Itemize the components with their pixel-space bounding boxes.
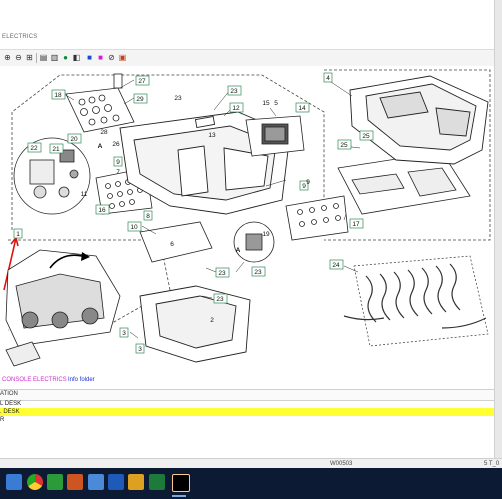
window-title: ELECTRICS xyxy=(2,34,38,40)
info-folder-link[interactable]: Info folder xyxy=(68,377,95,383)
callout-3b: 3 xyxy=(138,346,142,353)
list-row[interactable]: L DESK xyxy=(0,400,494,408)
callout-28: 28 xyxy=(100,129,108,136)
callout-10: 10 xyxy=(130,224,138,231)
callout-23d: 23 xyxy=(216,296,224,303)
gallery-icon[interactable] xyxy=(108,474,124,490)
callout-14: 14 xyxy=(298,105,306,112)
breadcrumb-row: CONSOLE ELECTRICS Info folder xyxy=(0,374,494,388)
callout-25b: 25 xyxy=(362,133,370,140)
toolbar: ⊕ ⊖ ⊞ ▤ ▥ ● ◧ ■ ■ ⊘ ▣ xyxy=(0,49,494,67)
callout-29: 29 xyxy=(136,96,144,103)
callout-25a: 25 xyxy=(340,142,348,149)
callout-17: 17 xyxy=(352,221,360,228)
callout-21: 21 xyxy=(52,146,60,153)
exploded-parts-diagram[interactable]: 1 4 27 18 29 23 12 14 20 22 21 9 16 8 10… xyxy=(0,66,494,372)
callout-23a: 23 xyxy=(230,88,238,95)
chrome-icon[interactable] xyxy=(27,474,43,490)
app-icon-2[interactable] xyxy=(128,474,144,490)
status-right: 5 T_0 xyxy=(484,461,500,467)
callout-12: 12 xyxy=(232,105,240,112)
zoom-in-icon[interactable]: ⊕ xyxy=(2,52,13,63)
callout-18: 18 xyxy=(54,92,62,99)
breadcrumb-link[interactable]: CONSOLE ELECTRICS xyxy=(2,377,67,383)
callout-1: 1 xyxy=(16,231,20,238)
callout-26: 26 xyxy=(112,141,120,148)
zoom-out-icon[interactable]: ⊖ xyxy=(13,52,24,63)
callout-9c: 9 xyxy=(306,179,310,186)
callout-16: 16 xyxy=(98,207,106,214)
callout-8: 8 xyxy=(146,213,150,220)
print-preview-icon[interactable]: ▥ xyxy=(49,52,60,63)
print-icon[interactable]: ▤ xyxy=(38,52,49,63)
callout-23b: 23 xyxy=(218,270,226,277)
globe-icon[interactable]: ● xyxy=(60,52,71,63)
window-titlebar: ELECTRICS xyxy=(0,0,502,48)
taskbar xyxy=(0,468,502,499)
callout-23-top: 23 xyxy=(174,95,182,102)
windows-start-icon[interactable] xyxy=(6,474,22,490)
callout-27: 27 xyxy=(138,78,146,85)
callout-11: 11 xyxy=(81,191,88,198)
callout-24: 24 xyxy=(332,262,340,269)
link-icon[interactable]: ⊘ xyxy=(106,52,117,63)
callout-5: 5 xyxy=(274,100,278,107)
callout-4: 4 xyxy=(326,75,330,82)
callout-9a: 9 xyxy=(116,159,120,166)
terminal-icon[interactable] xyxy=(172,474,190,492)
callout-A2: A xyxy=(236,247,241,254)
callout-7: 7 xyxy=(116,169,120,176)
list-header-label: ATION xyxy=(0,391,18,397)
callout-19: 19 xyxy=(262,231,270,238)
excel-icon[interactable] xyxy=(149,474,165,490)
app-icon[interactable] xyxy=(67,474,83,490)
status-code: W00503 xyxy=(330,461,353,467)
callout-23c: 23 xyxy=(254,269,262,276)
list-row-selected[interactable]: . DESK xyxy=(0,408,494,416)
callout-A1: A xyxy=(98,143,103,150)
list-row[interactable]: R xyxy=(0,416,494,424)
callout-22: 22 xyxy=(30,145,38,152)
callout-3a: 3 xyxy=(122,330,126,337)
pink-square-icon[interactable]: ■ xyxy=(95,52,106,63)
callout-2: 2 xyxy=(210,317,214,324)
vertical-scrollbar[interactable] xyxy=(494,0,502,468)
callout-13: 13 xyxy=(208,132,216,139)
edge-icon[interactable] xyxy=(47,474,63,490)
bookmark-icon[interactable]: ◧ xyxy=(71,52,82,63)
blue-square-icon[interactable]: ■ xyxy=(84,52,95,63)
callout-6: 6 xyxy=(170,241,174,248)
zoom-fit-icon[interactable]: ⊞ xyxy=(24,52,35,63)
callout-20: 20 xyxy=(70,136,78,143)
callout-15: 15 xyxy=(262,100,270,107)
paint-icon[interactable] xyxy=(88,474,104,490)
color-image-icon[interactable]: ▣ xyxy=(117,52,128,63)
